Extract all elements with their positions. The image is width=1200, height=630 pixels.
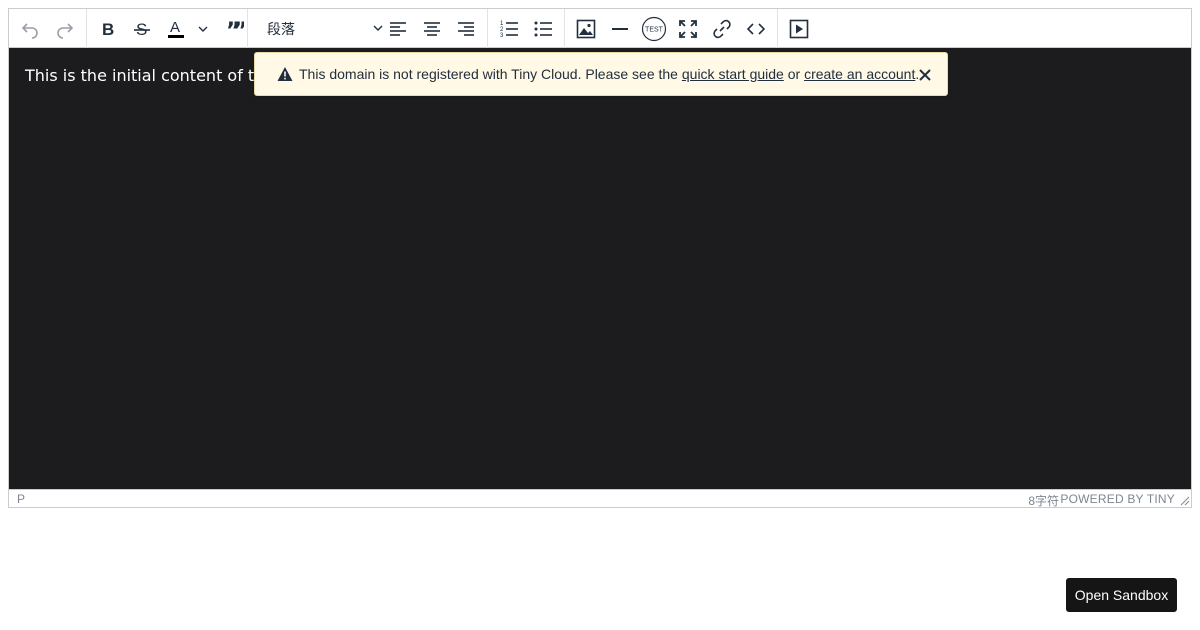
- strikethrough-button[interactable]: S: [127, 14, 157, 44]
- align-center-icon: [424, 22, 440, 36]
- horizontal-rule-icon: [612, 28, 628, 30]
- toolbar-separator: [564, 9, 565, 48]
- powered-by-tiny-link[interactable]: POWERED BY TINY: [1060, 492, 1175, 506]
- toolbar-separator: [86, 9, 87, 48]
- block-format-select[interactable]: 段落: [259, 14, 389, 44]
- undo-button[interactable]: [15, 14, 45, 44]
- test-button[interactable]: TEST: [639, 14, 669, 44]
- editor-content-area[interactable]: This is the initial content of the: [9, 48, 1191, 489]
- text-color-dropdown[interactable]: [195, 14, 211, 44]
- svg-text:”: ”: [233, 19, 244, 39]
- redo-icon: [57, 23, 74, 39]
- block-format-value: 段落: [267, 21, 295, 37]
- text-color-button[interactable]: A: [161, 14, 191, 44]
- preview-icon: [789, 19, 809, 39]
- fullscreen-button[interactable]: [673, 14, 703, 44]
- close-icon: [919, 69, 931, 81]
- align-right-button[interactable]: [451, 14, 481, 44]
- bold-button[interactable]: B: [93, 14, 123, 44]
- element-path[interactable]: P: [17, 492, 25, 506]
- content-paragraph[interactable]: This is the initial content of the: [25, 66, 274, 85]
- svg-text:3: 3: [500, 33, 504, 39]
- image-button[interactable]: [571, 14, 601, 44]
- toolbar-separator: [487, 9, 488, 48]
- align-right-icon: [458, 22, 474, 36]
- align-center-button[interactable]: [417, 14, 447, 44]
- chevron-down-icon: [198, 26, 208, 32]
- close-notification-button[interactable]: [915, 65, 935, 85]
- blockquote-button[interactable]: ””: [219, 14, 249, 44]
- align-left-button[interactable]: [383, 14, 413, 44]
- strikethrough-icon: S: [134, 20, 150, 39]
- ordered-list-icon: 123: [500, 21, 518, 39]
- code-icon: [746, 23, 766, 35]
- undo-icon: [21, 23, 38, 39]
- text-color-icon: A: [168, 19, 184, 38]
- align-left-icon: [390, 22, 406, 36]
- create-account-link[interactable]: create an account: [804, 66, 915, 82]
- open-sandbox-button[interactable]: Open Sandbox: [1066, 578, 1177, 612]
- warning-icon: [277, 67, 293, 81]
- unordered-list-icon: [534, 21, 552, 37]
- notice-text: This domain is not registered with Tiny …: [299, 66, 678, 82]
- character-count[interactable]: 8字符: [1028, 492, 1059, 509]
- toolbar-separator: [777, 9, 778, 48]
- test-icon: TEST: [641, 16, 667, 42]
- svg-text:A: A: [170, 19, 180, 36]
- source-code-button[interactable]: [741, 14, 771, 44]
- quick-start-guide-link[interactable]: quick start guide: [682, 66, 784, 82]
- domain-notification: This domain is not registered with Tiny …: [254, 52, 948, 96]
- toolbar-separator: [247, 9, 248, 48]
- image-icon: [576, 19, 596, 39]
- bold-icon: B: [102, 20, 114, 39]
- link-icon: [713, 19, 731, 39]
- editor: B S A ”” 段落 123: [8, 8, 1192, 508]
- redo-button[interactable]: [50, 14, 80, 44]
- link-button[interactable]: [707, 14, 737, 44]
- resize-handle-icon[interactable]: [1180, 496, 1190, 506]
- blockquote-icon: ””: [226, 19, 244, 39]
- preview-button[interactable]: [784, 14, 814, 44]
- notice-text-or: or: [787, 66, 801, 82]
- status-bar: P 8字符 POWERED BY TINY: [9, 489, 1191, 509]
- svg-text:B: B: [102, 20, 114, 39]
- test-icon-label: TEST: [645, 27, 664, 34]
- unordered-list-button[interactable]: [528, 14, 558, 44]
- horizontal-rule-button[interactable]: [605, 14, 635, 44]
- fullscreen-icon: [679, 20, 697, 38]
- toolbar: B S A ”” 段落 123: [9, 9, 1191, 48]
- ordered-list-button[interactable]: 123: [494, 14, 524, 44]
